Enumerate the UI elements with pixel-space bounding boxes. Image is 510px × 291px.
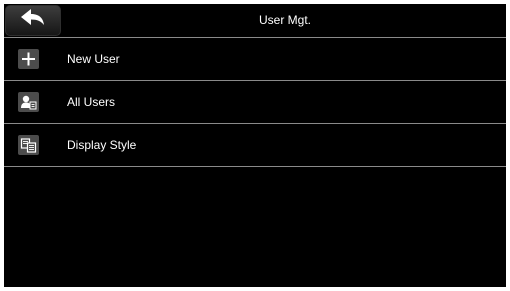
menu-item-display-style[interactable]: Display Style [4, 123, 506, 167]
menu-item-label: Display Style [67, 138, 137, 152]
menu-item-new-user[interactable]: New User [4, 37, 506, 80]
menu-list: New User All Users Display Style [4, 37, 506, 167]
back-button[interactable] [5, 5, 61, 36]
back-arrow-icon [20, 8, 46, 33]
user-list-icon [18, 92, 39, 112]
page-title: User Mgt. [258, 13, 311, 27]
display-style-icon [18, 135, 39, 155]
menu-item-label: New User [67, 52, 120, 66]
menu-item-label: All Users [67, 95, 116, 109]
title-bar: User Mgt. [4, 4, 506, 37]
device-screen: User Mgt. New User All Users Display Sty… [4, 4, 506, 287]
menu-item-all-users[interactable]: All Users [4, 80, 506, 123]
plus-icon [18, 49, 39, 69]
